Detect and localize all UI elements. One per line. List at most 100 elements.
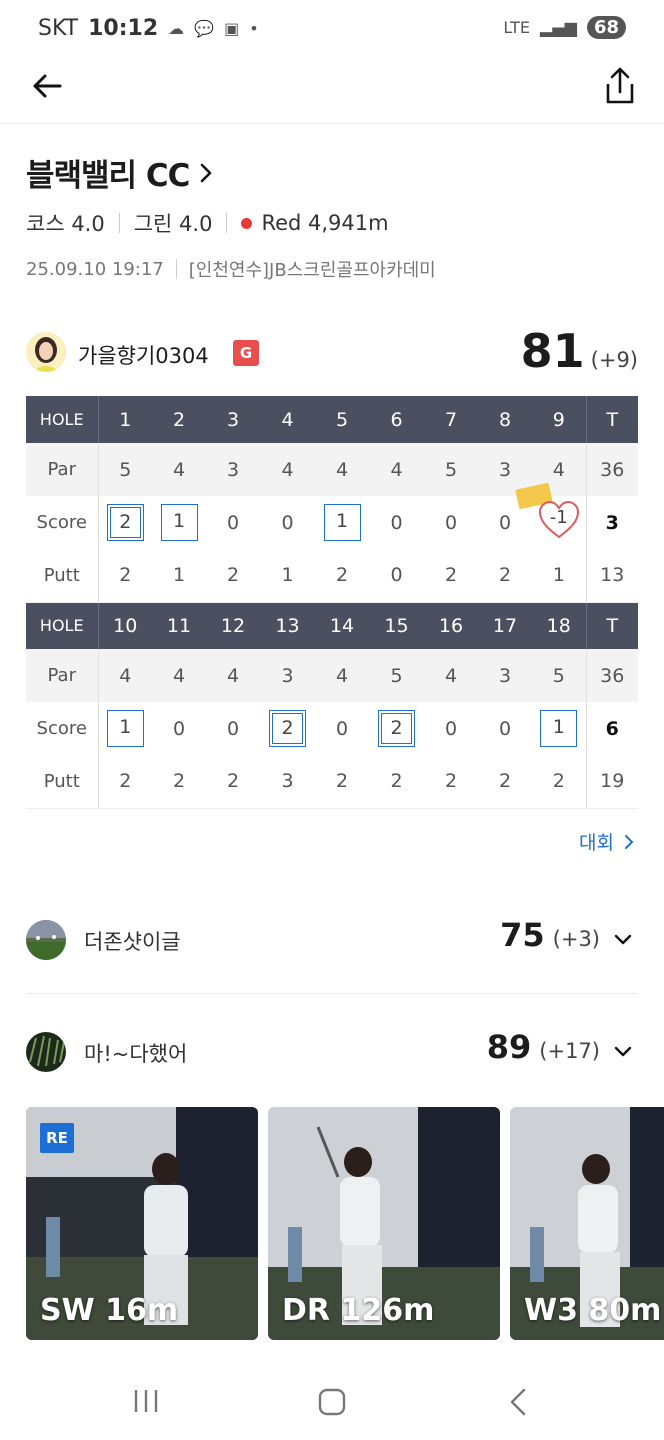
score-value: 2	[109, 507, 141, 538]
hole-number: 5	[315, 396, 369, 443]
bogey-box: 1	[160, 504, 198, 541]
score-over-par: (+9)	[590, 348, 638, 372]
contest-link-label: 대회	[579, 832, 614, 854]
putt-cell: 2	[369, 755, 424, 809]
system-navigation-bar	[0, 1360, 664, 1440]
score-cell: 0	[444, 511, 458, 534]
par-cell: 3	[260, 649, 315, 702]
scorecard: HOLE 1 2 3 4 5 6 7 8 9 T Par 5 4 3 4 4 4 5 3 4 36 Score 2 1 0 0 1 0 0…	[26, 396, 638, 809]
home-icon[interactable]	[318, 1388, 346, 1416]
birdie-marker: -1	[515, 482, 581, 542]
par-cell: 4	[206, 649, 260, 702]
putt-cell: 2	[478, 549, 532, 603]
par-cell: 4	[152, 443, 206, 496]
double-bogey-box: 2	[106, 504, 144, 541]
total-score: 89	[486, 1028, 532, 1066]
score-cell: 0	[226, 717, 240, 740]
divider	[26, 993, 638, 994]
putt-cell: 2	[152, 755, 206, 809]
signal-icon: ▂▄▆	[540, 18, 577, 37]
score-cell: 0	[444, 717, 458, 740]
carrier: SKT	[38, 16, 79, 41]
score-cell: 2	[369, 702, 424, 755]
par-cell: 5	[98, 443, 152, 496]
par-total: 36	[585, 443, 638, 496]
battery-level: 68	[586, 16, 626, 39]
par-cell: 5	[369, 649, 424, 702]
hole-number: 10	[98, 602, 152, 649]
scorecard-head-row: HOLE 1 2 3 4 5 6 7 8 9 T	[26, 396, 638, 443]
par-cell: 4	[369, 443, 424, 496]
other-player-name: 더존샷이글	[84, 930, 181, 954]
row-label: HOLE	[26, 602, 99, 649]
total-header: T	[585, 602, 638, 649]
score-cell: 0	[281, 511, 294, 534]
par-total: 36	[585, 649, 638, 702]
recent-apps-icon[interactable]	[132, 1388, 160, 1414]
putt-cell: 2	[424, 755, 478, 809]
score-cell: 1	[532, 702, 586, 755]
score-cell: 0	[498, 717, 512, 740]
avatar	[26, 1032, 66, 1072]
row-label: HOLE	[26, 396, 99, 443]
shot-label: DR 126m	[282, 1293, 435, 1328]
swing-video-thumbnail[interactable]: W3 80m	[510, 1107, 664, 1340]
score-cell: 1	[315, 496, 369, 549]
total-score: 75	[500, 916, 545, 954]
hole-number: 1	[98, 396, 152, 443]
swing-video-thumbnail[interactable]: RE SW 16m	[26, 1107, 258, 1340]
avatar	[26, 920, 66, 960]
putt-total: 13	[585, 549, 638, 603]
more-notifications-icon: •	[249, 19, 259, 38]
share-icon[interactable]	[602, 66, 638, 106]
app-notification-icon: ▣	[224, 19, 240, 38]
other-player-row[interactable]: 더존샷이글 75 (+3)	[26, 910, 638, 970]
chevron-right-icon	[625, 834, 634, 849]
contest-link[interactable]: 대회	[579, 828, 634, 855]
putt-cell: 3	[260, 755, 315, 809]
other-player-score: 89 (+17)	[487, 1028, 632, 1066]
clock: 10:12	[88, 16, 159, 41]
putt-cell: 2	[532, 755, 586, 809]
putt-total: 19	[585, 755, 638, 809]
putt-cell: 2	[98, 755, 152, 809]
back-arrow-icon[interactable]	[30, 68, 66, 104]
par-cell: 4	[424, 649, 478, 702]
double-bogey-box: 2	[378, 710, 415, 747]
hole-number: 16	[424, 602, 478, 649]
other-player-row[interactable]: 마!~다했어 89 (+17)	[26, 1022, 638, 1082]
other-player-name: 마!~다했어	[84, 1042, 188, 1066]
course-title[interactable]: 블랙밸리 CC	[26, 150, 213, 195]
row-label: Putt	[26, 755, 99, 809]
score-value: 2	[381, 713, 412, 744]
row-label: Score	[26, 702, 99, 755]
scorecard-putt-row: Putt 2 1 2 1 2 0 2 2 1 13	[26, 549, 638, 603]
hole-number: 8	[478, 396, 532, 443]
total-header: T	[585, 396, 638, 443]
par-cell: 4	[260, 443, 315, 496]
grade-badge: G	[233, 340, 259, 366]
par-cell: 3	[478, 649, 532, 702]
par-cell: 5	[424, 443, 478, 496]
hole-number: 12	[206, 602, 260, 649]
score-cell: 0	[390, 511, 403, 534]
back-icon[interactable]	[508, 1388, 528, 1416]
bogey-box: 1	[540, 710, 578, 747]
score-total: 3	[585, 496, 638, 549]
player-total: 81 (+9)	[521, 324, 638, 378]
bogey-box: 1	[106, 710, 144, 747]
score-cell: 2	[260, 702, 315, 755]
score-value: 2	[272, 713, 303, 744]
score-cell: 0	[335, 717, 349, 740]
chevron-down-icon[interactable]	[614, 1046, 632, 1058]
bogey-box: 1	[323, 504, 361, 541]
par-cell: 5	[532, 649, 586, 702]
score-cell: 0	[172, 717, 186, 740]
divider	[175, 259, 177, 279]
par-cell: 4	[315, 649, 369, 702]
swing-video-thumbnail[interactable]: DR 126m	[268, 1107, 500, 1340]
scorecard-head-row: HOLE 10 11 12 13 14 15 16 17 18 T	[26, 602, 638, 649]
chevron-down-icon[interactable]	[614, 934, 632, 946]
tee-distance: Red 4,941m	[261, 211, 389, 235]
course-rating: 코스 4.0	[26, 212, 105, 236]
